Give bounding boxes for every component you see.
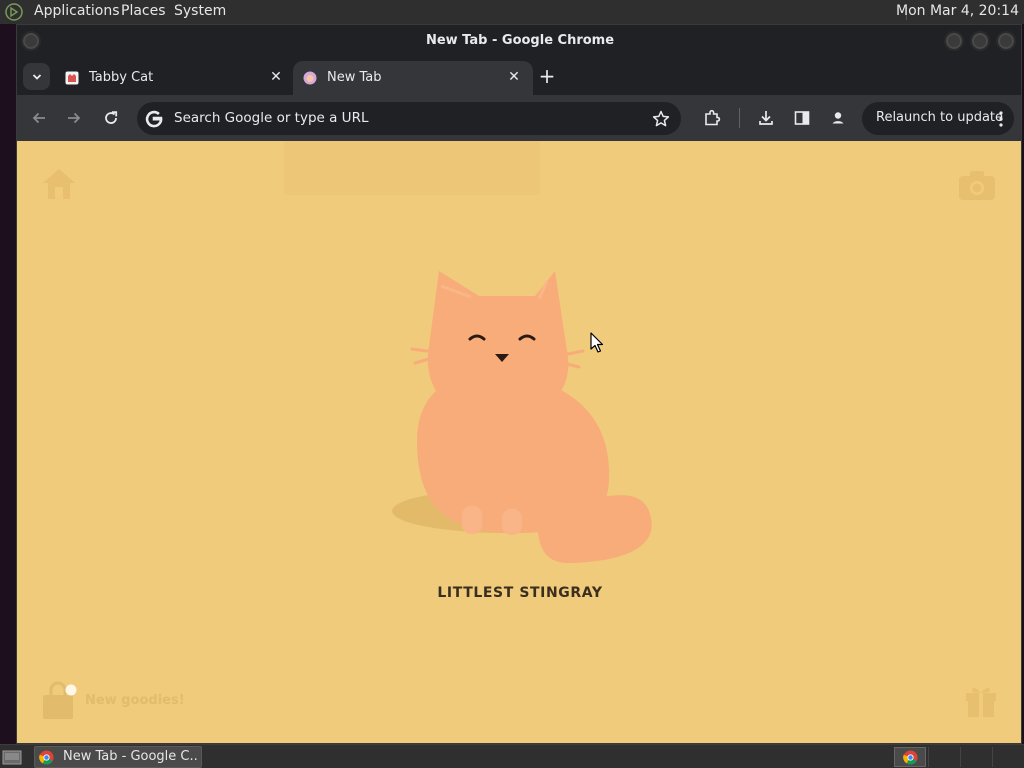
title-bar[interactable]: New Tab - Google Chrome <box>17 25 1021 57</box>
omnibox-placeholder: Search Google or type a URL <box>174 110 369 126</box>
tab-label: Tabby Cat <box>89 70 154 85</box>
show-desktop-icon[interactable] <box>2 748 22 766</box>
relaunch-to-update-button[interactable]: Relaunch to update <box>862 102 1014 135</box>
shopping-bag-icon <box>43 681 77 719</box>
cat-illustration[interactable] <box>387 251 687 571</box>
camera-icon[interactable] <box>957 169 997 201</box>
workspace-4[interactable] <box>992 747 1022 767</box>
cat-name: LITTLEST STINGRAY <box>437 585 603 601</box>
minimize-button[interactable] <box>944 31 964 51</box>
taskbar-item-label: New Tab - Google C... <box>63 749 199 764</box>
tab-tabby-cat[interactable]: Tabby Cat ✕ <box>55 61 295 95</box>
close-tab-icon[interactable]: ✕ <box>267 68 285 86</box>
mouse-pointer-icon <box>590 332 604 353</box>
clock[interactable]: Mon Mar 4, 20:14 <box>896 3 1019 19</box>
chrome-icon <box>903 750 918 765</box>
tabby-cat-favicon-icon <box>65 71 79 85</box>
relaunch-label: Relaunch to update <box>876 110 1004 125</box>
home-icon[interactable] <box>41 167 77 201</box>
new-tab-page: LITTLEST STINGRAY New goodies! <box>17 141 1021 743</box>
arrow-right-icon <box>68 112 81 124</box>
tray-chrome-button[interactable] <box>894 747 926 767</box>
workspace-3[interactable] <box>960 747 990 767</box>
side-panel-icon <box>794 111 810 125</box>
menu-places[interactable]: Places <box>121 3 166 19</box>
forward-button[interactable] <box>63 107 85 129</box>
faint-search-area[interactable] <box>284 141 540 195</box>
close-window-button[interactable] <box>996 31 1016 51</box>
workspace-2[interactable] <box>928 747 958 767</box>
desktop-background <box>0 24 16 744</box>
extensions-button[interactable] <box>701 107 723 129</box>
menu-system[interactable]: System <box>174 3 226 19</box>
reload-icon <box>105 111 118 124</box>
new-tab-favicon-icon <box>303 71 317 85</box>
downloads-button[interactable] <box>755 107 777 129</box>
toolbar: Search Google or type a URL Relaunch to … <box>17 95 1021 141</box>
menu-applications[interactable]: Applications <box>34 3 120 19</box>
window-title: New Tab - Google Chrome <box>425 33 615 48</box>
chrome-window: New Tab - Google Chrome Tabby Cat ✕ New … <box>16 24 1022 744</box>
taskbar: New Tab - Google C... <box>0 744 1024 768</box>
tab-search-button[interactable] <box>23 63 50 90</box>
more-vert-icon <box>999 111 1003 127</box>
top-panel: Applications Places System Mon Mar 4, 20… <box>0 0 1024 24</box>
maximize-button[interactable] <box>970 31 990 51</box>
tab-label: New Tab <box>327 70 382 85</box>
puzzle-piece-icon <box>705 109 721 126</box>
bookmark-star-icon[interactable] <box>651 109 671 129</box>
arrow-left-icon <box>32 112 45 124</box>
side-panel-button[interactable] <box>791 107 813 129</box>
back-button[interactable] <box>28 107 50 129</box>
download-icon <box>759 111 773 125</box>
gift-icon[interactable] <box>964 683 998 719</box>
close-tab-icon[interactable]: ✕ <box>505 68 523 86</box>
taskbar-item-chrome[interactable]: New Tab - Google C... <box>34 746 202 768</box>
omnibox[interactable]: Search Google or type a URL <box>137 102 681 135</box>
tab-strip: Tabby Cat ✕ New Tab ✕ + <box>17 57 1021 95</box>
chrome-icon <box>39 750 54 765</box>
toolbar-separator <box>739 108 740 128</box>
reload-button[interactable] <box>100 107 122 129</box>
google-g-icon <box>145 110 163 128</box>
distro-logo-icon[interactable] <box>5 3 23 21</box>
new-goodies-label: New goodies! <box>85 693 185 708</box>
profile-avatar-icon <box>829 109 847 127</box>
profile-button[interactable] <box>827 107 849 129</box>
tab-new-tab[interactable]: New Tab ✕ <box>293 61 533 95</box>
chevron-down-icon <box>32 73 41 80</box>
new-tab-button[interactable]: + <box>536 65 558 87</box>
